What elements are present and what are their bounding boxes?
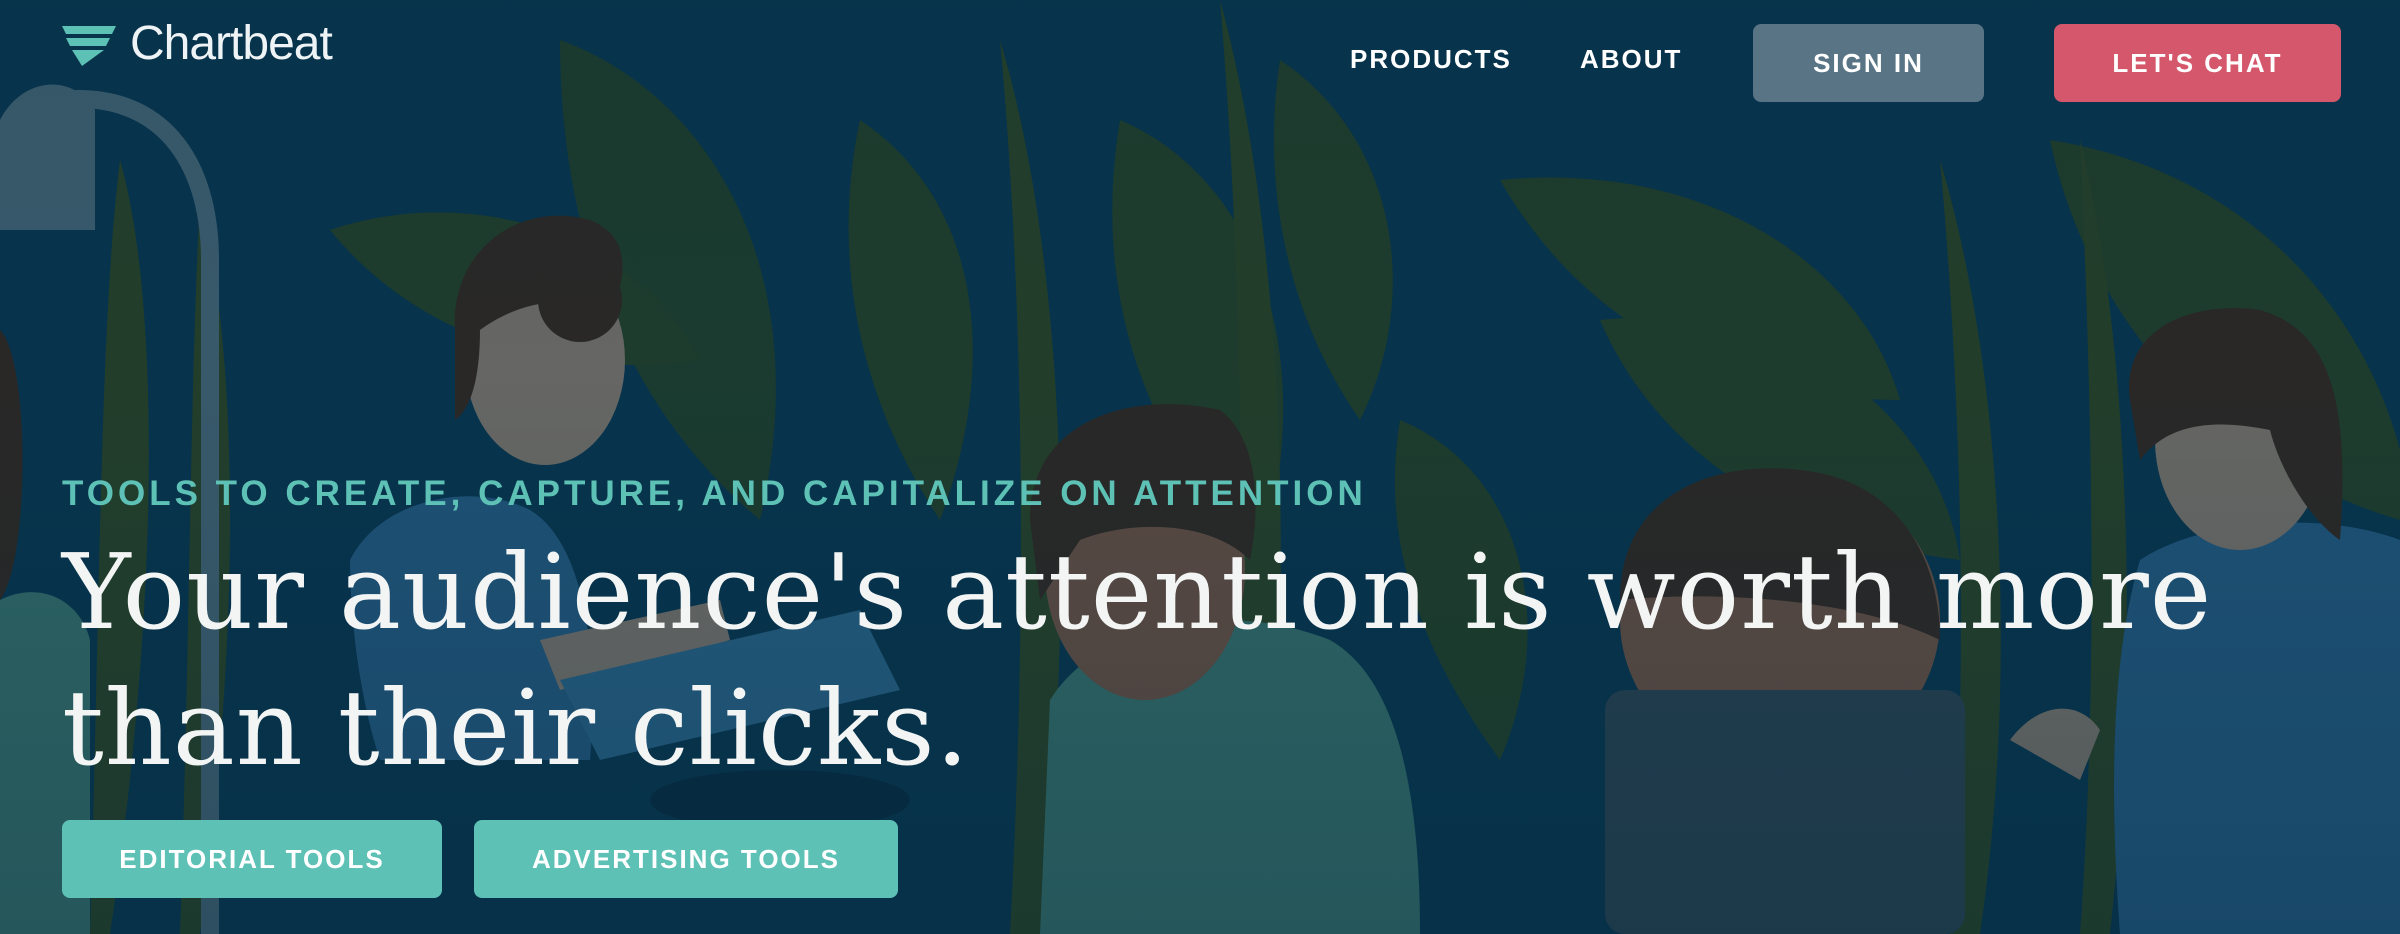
advertising-tools-button[interactable]: ADVERTISING TOOLS (474, 820, 898, 898)
nav-about-link[interactable]: ABOUT (1580, 44, 1682, 74)
sign-in-button[interactable]: SIGN IN (1753, 24, 1984, 102)
chartbeat-logo-icon (62, 26, 116, 66)
lets-chat-button[interactable]: LET'S CHAT (2054, 24, 2341, 102)
brand-name: Chartbeat (130, 17, 333, 70)
hero-headline: Your audience's attention is worth more … (62, 531, 2213, 789)
editorial-tools-button[interactable]: EDITORIAL TOOLS (62, 820, 442, 898)
hero-eyebrow: TOOLS TO CREATE, CAPTURE, AND CAPITALIZE… (62, 474, 1367, 513)
nav-products-link[interactable]: PRODUCTS (1350, 44, 1512, 74)
chartbeat-logo[interactable]: Chartbeat (60, 17, 333, 70)
